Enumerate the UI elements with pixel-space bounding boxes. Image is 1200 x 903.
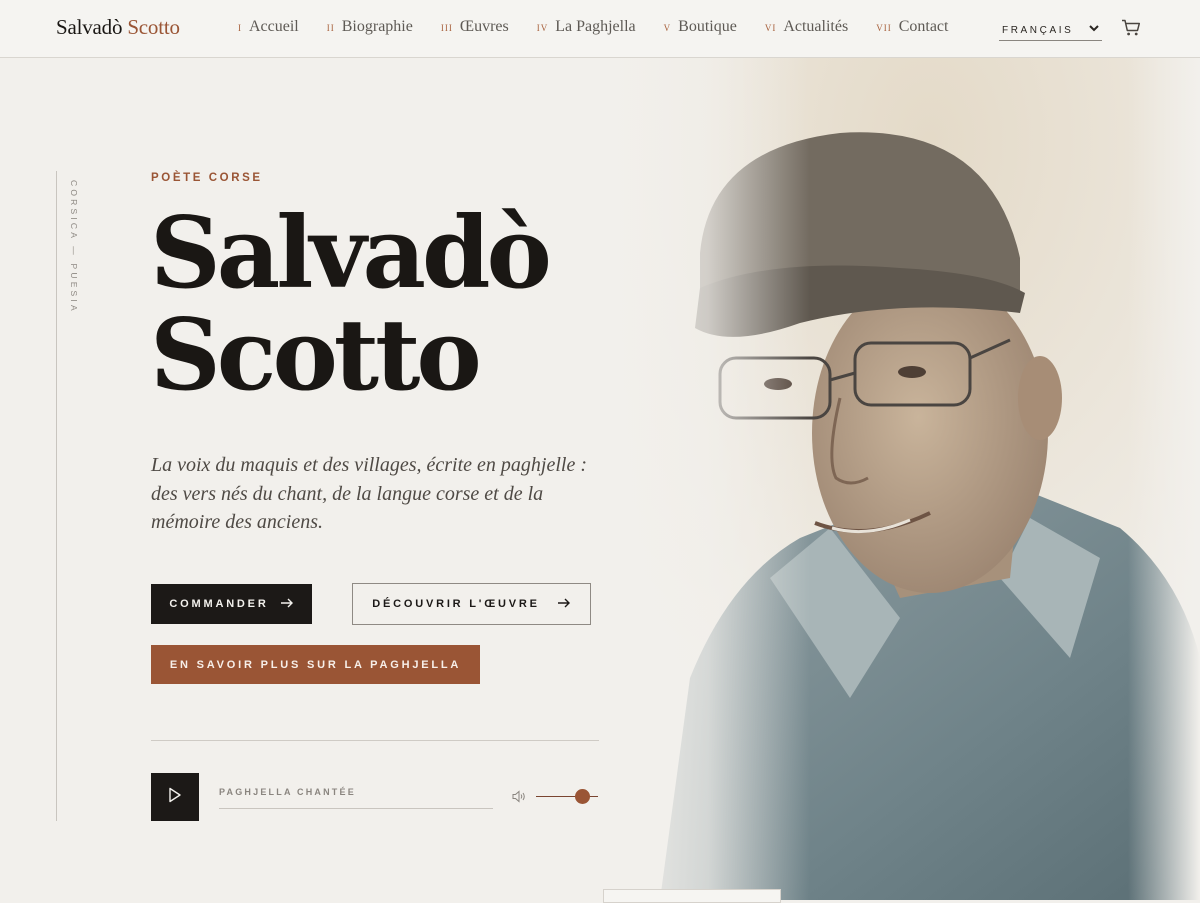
hero-tagline: La voix du maquis et des villages, écrit…	[151, 454, 588, 533]
nav-label: Contact	[898, 18, 949, 35]
order-button[interactable]: COMMANDER	[151, 584, 312, 624]
volume-slider-handle[interactable]	[575, 789, 590, 804]
nav-number: II	[326, 23, 335, 33]
language-value: FRANÇAIS	[1002, 25, 1074, 36]
nav-item-oeuvres[interactable]: III Œuvres	[441, 18, 509, 36]
discover-work-button[interactable]: DÉCOUVRIR L'ŒUVRE	[352, 583, 591, 625]
poet-portrait	[600, 58, 1200, 900]
main-nav: I Accueil II Biographie III Œuvres IV La…	[238, 18, 976, 36]
nav-label: La Paghjella	[555, 18, 636, 35]
nav-item-paghjella[interactable]: IV La Paghjella	[537, 18, 636, 36]
side-rail-caption: CORSICA — PUESIA	[69, 180, 79, 314]
track-title: PAGHJELLA CHANTÉE	[219, 787, 356, 797]
order-button-label: COMMANDER	[169, 598, 269, 610]
arrow-right-icon	[557, 598, 571, 611]
brand-first-name: Salvadò	[56, 15, 123, 39]
hero-title-line-2: Scotto	[150, 298, 482, 413]
volume-icon[interactable]	[512, 790, 526, 808]
nav-label: Actualités	[783, 18, 849, 35]
track-progress-bar[interactable]	[219, 808, 493, 809]
nav-item-boutique[interactable]: V Boutique	[664, 18, 737, 36]
cart-icon[interactable]	[1121, 19, 1141, 42]
nav-item-accueil[interactable]: I Accueil	[238, 18, 299, 36]
nav-number: I	[238, 23, 242, 33]
section-divider	[151, 740, 599, 741]
side-rail-line	[56, 171, 57, 821]
chevron-down-icon	[1088, 22, 1100, 37]
site-header: Salvadò Scotto I Accueil II Biographie I…	[0, 0, 1200, 58]
learn-paghjella-button[interactable]: EN SAVOIR PLUS SUR LA PAGHJELLA	[151, 645, 480, 684]
nav-number: VII	[876, 23, 892, 33]
hero-title-line-1: Salvadò	[150, 196, 552, 311]
learn-button-label: EN SAVOIR PLUS SUR LA PAGHJELLA	[169, 658, 462, 671]
nav-item-biographie[interactable]: II Biographie	[327, 18, 413, 36]
brand-last-name: Scotto	[127, 15, 180, 39]
nav-number: V	[663, 23, 672, 33]
arrow-right-icon	[280, 598, 294, 611]
discover-button-label: DÉCOUVRIR L'ŒUVRE	[372, 598, 540, 610]
hero-title: Salvadò Scotto	[150, 196, 552, 413]
play-icon	[168, 787, 182, 808]
nav-number: IV	[536, 23, 549, 33]
nav-label: Biographie	[341, 18, 413, 35]
scroll-indicator	[603, 889, 781, 903]
site-logo[interactable]: Salvadò Scotto	[56, 15, 180, 40]
play-button[interactable]	[151, 773, 199, 821]
nav-number: VI	[764, 23, 777, 33]
hero-eyebrow: POÈTE CORSE	[151, 172, 263, 184]
language-select[interactable]: FRANÇAIS	[999, 21, 1102, 41]
nav-item-actualites[interactable]: VI Actualités	[765, 18, 848, 36]
nav-label: Accueil	[249, 18, 299, 35]
nav-label: Boutique	[678, 18, 737, 35]
nav-item-contact[interactable]: VII Contact	[876, 18, 948, 36]
nav-label: Œuvres	[459, 18, 509, 35]
nav-number: III	[440, 23, 453, 33]
